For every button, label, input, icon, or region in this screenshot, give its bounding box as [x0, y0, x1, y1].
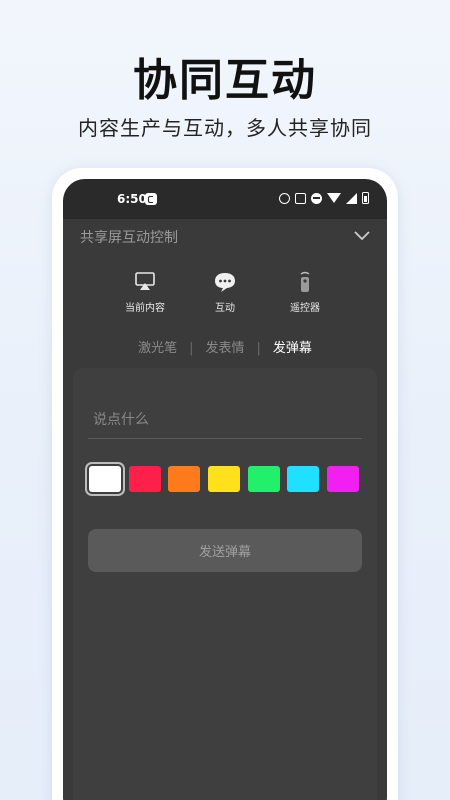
- sub-tab-laser-pointer[interactable]: 激光笔: [138, 337, 177, 356]
- alarm-icon: [279, 192, 290, 204]
- tab-current-content[interactable]: 当前内容: [115, 271, 175, 315]
- color-swatch-cyan[interactable]: [287, 466, 320, 492]
- sub-tab-divider: |: [256, 341, 261, 356]
- promo-headline: 协同互动: [133, 55, 317, 106]
- dnd-icon: [311, 192, 322, 204]
- remote-icon: [292, 271, 318, 293]
- status-icons: [279, 192, 369, 204]
- cast-icon: [132, 271, 158, 293]
- collapse-button[interactable]: [353, 227, 371, 241]
- tab-remote-control-label: 遥控器: [290, 303, 320, 314]
- color-swatch-white[interactable]: [89, 466, 121, 492]
- interaction-sub-tabs: 激光笔 | 发表情 | 发弹幕: [63, 337, 387, 356]
- chat-bubble-icon: [212, 271, 238, 293]
- nfc-icon: [295, 192, 306, 204]
- color-picker: [89, 466, 359, 494]
- tab-current-content-label: 当前内容: [125, 303, 165, 314]
- tab-interact[interactable]: 互动: [195, 271, 255, 315]
- color-swatch-orange[interactable]: [168, 466, 201, 492]
- signal-icon: [346, 192, 357, 204]
- status-bar: 6:50: [63, 179, 387, 219]
- sub-tab-divider: |: [189, 341, 194, 356]
- tab-interact-label: 互动: [215, 303, 235, 314]
- panel-title: 共享屏互动控制: [80, 230, 178, 246]
- promo-subline: 内容生产与互动，多人共享协同: [78, 116, 372, 140]
- mode-tabs: 当前内容 互动 遥控器: [115, 271, 335, 315]
- status-time: 6:50: [117, 192, 147, 206]
- color-swatch-magenta[interactable]: [326, 466, 359, 492]
- tab-remote-control[interactable]: 遥控器: [275, 271, 335, 315]
- wifi-icon: [327, 193, 341, 203]
- color-swatch-red[interactable]: [128, 466, 161, 492]
- phone-screen: 6:50 共享屏互动控制 当前内容 互动 遥控器 激光笔 | 发表情 | 发弹幕…: [63, 179, 387, 800]
- sub-tab-send-emoji[interactable]: 发表情: [205, 337, 244, 356]
- color-swatch-green[interactable]: [247, 466, 280, 492]
- app-notification-icon: [145, 193, 157, 205]
- send-danmaku-button[interactable]: 发送弹幕: [88, 529, 362, 572]
- sub-tab-send-danmaku[interactable]: 发弹幕: [273, 337, 312, 356]
- battery-icon: [362, 192, 369, 204]
- chevron-down-icon: [354, 231, 370, 241]
- color-swatch-yellow[interactable]: [207, 466, 240, 492]
- danmaku-input[interactable]: 说点什么: [88, 407, 362, 439]
